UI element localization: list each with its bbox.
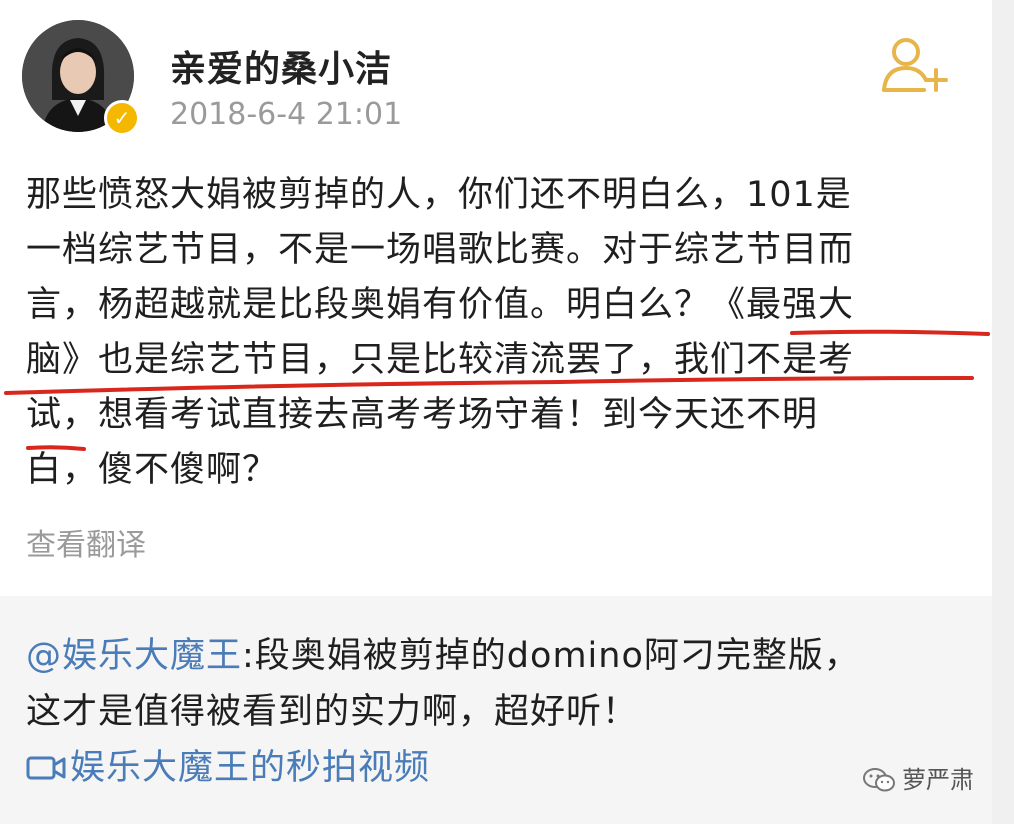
username[interactable]: 亲爱的桑小洁 bbox=[170, 40, 392, 92]
repost-card[interactable]: @娱乐大魔王:段奥娟被剪掉的domino阿刁完整版， 这才是值得被看到的实力啊，… bbox=[0, 596, 992, 824]
post-line: 试，想看考试直接去高考考场守着！到今天还不明 bbox=[26, 395, 819, 435]
verified-icon: ✓ bbox=[104, 100, 140, 136]
video-camera-icon bbox=[26, 756, 66, 780]
add-user-icon[interactable] bbox=[880, 34, 952, 94]
video-link[interactable]: 娱乐大魔王的秒拍视频 bbox=[26, 740, 966, 796]
watermark-label: 萝严肃 bbox=[902, 766, 974, 794]
wechat-icon bbox=[863, 768, 895, 792]
mention-link[interactable]: @娱乐大魔王 bbox=[26, 636, 242, 676]
post-line: 白，傻不傻啊？ bbox=[26, 450, 279, 490]
weibo-post-screenshot: ✓ 亲爱的桑小洁 2018-6-4 21:01 那些愤怒大娟被剪掉的人，你们还不… bbox=[0, 0, 1014, 824]
post-line: 脑》也是综艺节目，只是比较清流罢了，我们不是考 bbox=[26, 340, 855, 380]
watermark: 萝严肃 bbox=[862, 760, 974, 795]
repost-line: 这才是值得被看到的实力啊，超好听！ bbox=[26, 692, 639, 732]
video-label: 娱乐大魔王的秒拍视频 bbox=[70, 748, 431, 788]
post-timestamp: 2018-6-4 21:01 bbox=[170, 97, 403, 132]
post-body: 那些愤怒大娟被剪掉的人，你们还不明白么，101是 一档综艺节目，不是一场唱歌比赛… bbox=[26, 168, 966, 498]
scroll-edge bbox=[992, 0, 1014, 824]
repost-text: @娱乐大魔王:段奥娟被剪掉的domino阿刁完整版， 这才是值得被看到的实力啊，… bbox=[26, 628, 966, 796]
translate-link[interactable]: 查看翻译 bbox=[26, 520, 146, 564]
post-line: 一档综艺节目，不是一场唱歌比赛。对于综艺节目而 bbox=[26, 230, 855, 270]
post-line: 言，杨超越就是比段奥娟有价值。明白么？《最强大 bbox=[26, 285, 855, 325]
repost-line: @娱乐大魔王:段奥娟被剪掉的domino阿刁完整版， bbox=[26, 628, 966, 684]
post-line: 那些愤怒大娟被剪掉的人，你们还不明白么，101是 bbox=[26, 175, 852, 215]
repost-text-segment: :段奥娟被剪掉的domino阿刁完整版， bbox=[242, 636, 860, 676]
